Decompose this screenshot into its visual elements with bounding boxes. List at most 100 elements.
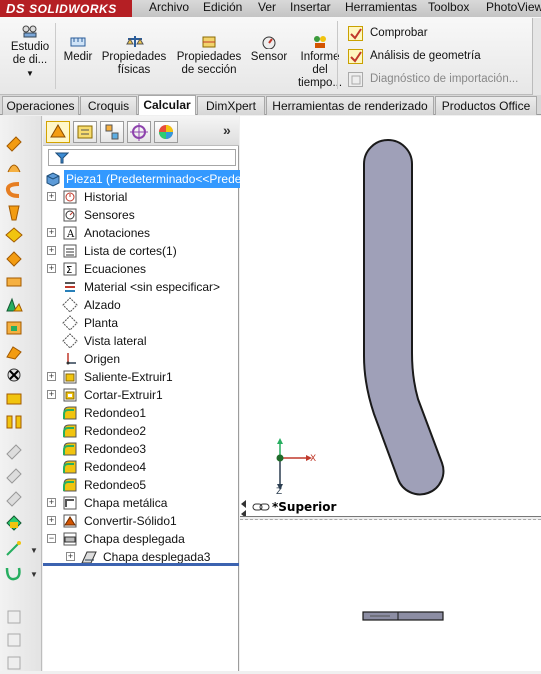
rib-icon[interactable] — [4, 272, 24, 290]
expand-icon[interactable]: + — [47, 372, 56, 381]
draft-icon[interactable] — [4, 296, 24, 314]
tab-calcular[interactable]: Calcular — [138, 95, 196, 115]
propiedades-fisicas-button[interactable]: Propiedades físicas — [99, 35, 171, 77]
sweep-icon[interactable] — [4, 181, 24, 199]
dimxpert-manager-tab[interactable] — [127, 121, 151, 143]
origin-icon — [66, 353, 76, 365]
display-manager-tab[interactable] — [154, 121, 178, 143]
tree-item-label: Redondeo1 — [84, 406, 147, 420]
tree-item-label: Chapa metálica — [84, 496, 168, 510]
intersect-icon[interactable] — [4, 366, 24, 384]
chevron-down-icon[interactable]: ▼ — [30, 546, 38, 555]
chevron-down-icon[interactable]: ▼ — [30, 570, 38, 579]
diagnostico-importacion-button: Diagnóstico de importación... — [348, 71, 518, 89]
measure-icon — [70, 37, 86, 47]
section-properties-icon — [202, 36, 216, 48]
graphics-viewport-top[interactable]: X Z — [240, 116, 541, 517]
informe-tiempo-button[interactable]: Informe del tiempo... — [294, 35, 346, 90]
menu-insertar[interactable]: Insertar — [290, 0, 331, 17]
graphics-viewport-bottom[interactable] — [240, 520, 541, 671]
tab-dimxpert[interactable]: DimXpert — [197, 96, 265, 115]
chevron-down-icon: ▼ — [26, 69, 34, 78]
sensor-button[interactable]: Sensor — [248, 35, 290, 64]
ribbon-scroll[interactable] — [532, 18, 541, 95]
propiedades-seccion-label: Propiedades de sección — [176, 51, 242, 76]
tab-herramientas-renderizado[interactable]: Herramientas de renderizado — [266, 96, 434, 115]
property-manager-tab[interactable] — [73, 121, 97, 143]
expand-icon[interactable]: + — [47, 516, 56, 525]
menu-photoview[interactable]: PhotoView — [486, 0, 541, 17]
command-tabs: Operaciones Croquis Calcular DimXpert He… — [0, 95, 541, 115]
reference-geometry-dropdown-icon[interactable] — [4, 540, 24, 558]
annotation-icon: A — [63, 226, 77, 240]
collapse-icon[interactable]: − — [47, 534, 56, 543]
dome-icon[interactable] — [4, 389, 24, 407]
menu-herramientas[interactable]: Herramientas — [345, 0, 417, 17]
tab-croquis[interactable]: Croquis — [80, 96, 137, 115]
dimxpert-icon — [130, 123, 148, 141]
sensor-gauge-icon — [262, 36, 276, 49]
import-diagnostics-icon — [348, 72, 363, 87]
estudio-button[interactable]: Estudio de di... ▼ — [8, 23, 52, 80]
curves-icon[interactable] — [4, 564, 24, 582]
configuration-manager-tab[interactable] — [100, 121, 124, 143]
loft-icon[interactable] — [4, 204, 24, 222]
flat-pattern-icon — [63, 532, 77, 546]
expand-icon[interactable]: + — [66, 552, 75, 561]
expand-icon[interactable]: + — [47, 264, 56, 273]
command-manager-ribbon: Estudio de di... ▼ Medir Propiedades fís… — [0, 17, 541, 95]
expand-icon[interactable]: + — [47, 192, 56, 201]
tab-operaciones[interactable]: Operaciones — [2, 96, 79, 115]
menu-ver[interactable]: Ver — [258, 0, 276, 17]
tree-item-label: Chapa desplegada — [84, 532, 185, 546]
tree-item-label: Saliente-Extruir1 — [84, 370, 173, 384]
tab-productos-office[interactable]: Productos Office — [435, 96, 537, 115]
solidworks-logo[interactable]: DS SOLIDWORKS — [0, 0, 132, 17]
tree-item-label: Sensores — [84, 208, 135, 222]
tree-filter-field[interactable] — [48, 149, 236, 166]
estudio-label: Estudio de di... — [10, 41, 50, 66]
propiedades-seccion-button[interactable]: Propiedades de sección — [175, 35, 243, 77]
menu-archivo[interactable]: Archivo — [149, 0, 189, 17]
geometry-analysis-icon — [348, 49, 363, 64]
tree-item-label: Lista de cortes(1) — [84, 244, 177, 258]
panel-more-chevron-icon[interactable]: » — [223, 122, 231, 138]
chamfer-icon[interactable] — [4, 249, 24, 267]
history-icon — [63, 190, 77, 204]
fillet-icon — [63, 442, 77, 456]
view-triad-icon — [276, 438, 312, 490]
expand-icon[interactable]: + — [47, 498, 56, 507]
extrude-boss-icon[interactable] — [4, 134, 24, 152]
mirror-icon[interactable] — [4, 412, 24, 430]
medir-button[interactable]: Medir — [60, 35, 96, 64]
rollback-bar[interactable] — [43, 563, 239, 566]
shell-icon[interactable] — [4, 319, 24, 337]
fillet-tool-icon[interactable] — [4, 226, 24, 244]
material-icon — [65, 282, 75, 292]
expand-icon[interactable]: + — [47, 390, 56, 399]
analisis-geometria-button[interactable]: Análisis de geometría — [348, 48, 481, 66]
circular-pattern-icon — [6, 468, 22, 484]
part-body-shape — [363, 139, 445, 496]
comprobar-button[interactable]: Comprobar — [348, 25, 428, 43]
tree-item-label: Redondeo4 — [84, 460, 147, 474]
fillet-icon — [63, 460, 77, 474]
tree-item-label: Anotaciones — [84, 226, 151, 240]
expand-icon[interactable]: + — [47, 246, 56, 255]
fillet-icon — [63, 478, 77, 492]
panel-tab-bar: » — [43, 116, 239, 146]
revolve-icon[interactable] — [4, 158, 24, 176]
expand-icon[interactable]: + — [47, 228, 56, 237]
part-side-view-svg — [362, 611, 444, 621]
feature-manager-tab[interactable] — [46, 121, 70, 143]
menu-edicion[interactable]: Edición — [203, 0, 242, 17]
extrude-icon — [63, 370, 77, 384]
curve-pattern-icon — [6, 491, 22, 507]
wrap-icon[interactable] — [4, 343, 24, 361]
axis-x-label: X — [310, 454, 316, 464]
menu-toolbox[interactable]: Toolbox — [428, 0, 469, 17]
reference-geometry-icon[interactable] — [4, 513, 24, 531]
instant3d-icon — [7, 610, 21, 624]
design-study-icon — [22, 25, 37, 38]
cut-extrude-icon — [63, 388, 77, 402]
